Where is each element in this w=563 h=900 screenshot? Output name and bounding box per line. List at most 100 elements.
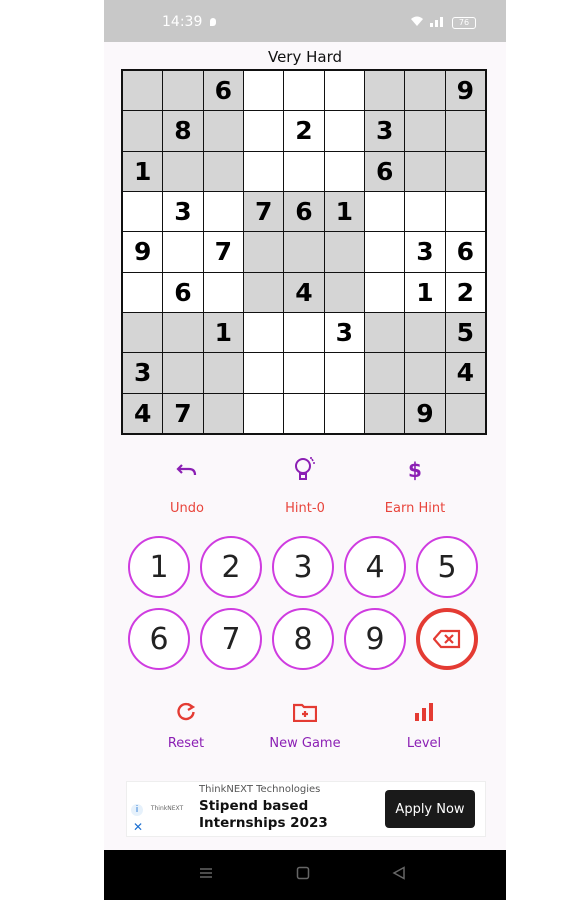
board-cell[interactable] — [243, 272, 284, 312]
board-cell[interactable] — [243, 393, 284, 433]
board-cell[interactable] — [445, 151, 485, 191]
board-cell[interactable]: 3 — [405, 232, 445, 272]
board-cell[interactable] — [364, 232, 405, 272]
board-cell[interactable]: 4 — [123, 393, 163, 433]
board-cell[interactable]: 6 — [163, 272, 203, 312]
board-cell[interactable]: 8 — [163, 111, 203, 151]
board-cell[interactable]: 1 — [203, 312, 243, 353]
board-cell[interactable] — [123, 272, 163, 312]
board-cell[interactable] — [405, 111, 445, 151]
number-key-9[interactable]: 9 — [344, 608, 406, 670]
board-cell[interactable]: 7 — [243, 191, 284, 232]
board-cell[interactable] — [284, 71, 324, 111]
board-cell[interactable] — [163, 312, 203, 353]
board-cell[interactable] — [123, 111, 163, 151]
board-cell[interactable]: 7 — [163, 393, 203, 433]
board-cell[interactable]: 3 — [364, 111, 405, 151]
board-cell[interactable] — [405, 312, 445, 353]
board-cell[interactable] — [284, 312, 324, 353]
board-cell[interactable]: 7 — [203, 232, 243, 272]
board-cell[interactable] — [284, 393, 324, 433]
board-cell[interactable] — [324, 393, 364, 433]
board-cell[interactable] — [364, 71, 405, 111]
board-cell[interactable]: 9 — [445, 71, 485, 111]
board-cell[interactable] — [243, 111, 284, 151]
board-cell[interactable] — [203, 191, 243, 232]
number-key-4[interactable]: 4 — [344, 536, 406, 598]
board-cell[interactable]: 5 — [445, 312, 485, 353]
menu-icon[interactable] — [199, 866, 213, 884]
board-cell[interactable] — [163, 151, 203, 191]
board-cell[interactable]: 6 — [284, 191, 324, 232]
board-cell[interactable] — [203, 151, 243, 191]
number-key-1[interactable]: 1 — [128, 536, 190, 598]
board-cell[interactable] — [324, 111, 364, 151]
number-key-6[interactable]: 6 — [128, 608, 190, 670]
board-cell[interactable] — [324, 272, 364, 312]
board-cell[interactable] — [445, 393, 485, 433]
ad-close-icon[interactable]: ✕ — [133, 820, 143, 834]
home-icon[interactable] — [296, 866, 310, 884]
board-cell[interactable] — [123, 71, 163, 111]
board-cell[interactable] — [284, 151, 324, 191]
board-cell[interactable]: 1 — [405, 272, 445, 312]
board-cell[interactable] — [203, 111, 243, 151]
board-cell[interactable]: 2 — [445, 272, 485, 312]
board-cell[interactable] — [324, 353, 364, 393]
board-cell[interactable] — [405, 71, 445, 111]
board-cell[interactable] — [243, 232, 284, 272]
undo-button[interactable]: Undo — [132, 455, 242, 516]
board-cell[interactable] — [284, 353, 324, 393]
ad-banner[interactable]: i ✕ ThinkNEXT ThinkNEXT Technologies Sti… — [126, 781, 486, 837]
board-cell[interactable] — [324, 71, 364, 111]
board-cell[interactable] — [405, 151, 445, 191]
number-key-2[interactable]: 2 — [200, 536, 262, 598]
board-cell[interactable] — [405, 353, 445, 393]
board-cell[interactable] — [163, 353, 203, 393]
board-cell[interactable] — [163, 71, 203, 111]
board-cell[interactable]: 4 — [284, 272, 324, 312]
board-cell[interactable]: 6 — [364, 151, 405, 191]
back-icon[interactable] — [392, 866, 406, 884]
board-cell[interactable] — [324, 232, 364, 272]
board-cell[interactable]: 6 — [203, 71, 243, 111]
board-cell[interactable]: 3 — [324, 312, 364, 353]
board-cell[interactable]: 4 — [445, 353, 485, 393]
level-button[interactable]: Level — [364, 698, 484, 751]
new-game-button[interactable]: New Game — [245, 698, 365, 751]
board-cell[interactable] — [445, 111, 485, 151]
board-cell[interactable] — [284, 232, 324, 272]
board-cell[interactable] — [445, 191, 485, 232]
board-cell[interactable]: 3 — [163, 191, 203, 232]
board-cell[interactable] — [243, 312, 284, 353]
board-cell[interactable] — [364, 353, 405, 393]
number-key-3[interactable]: 3 — [272, 536, 334, 598]
board-cell[interactable] — [123, 312, 163, 353]
sudoku-board[interactable]: 698231637619736641213534479 — [121, 69, 487, 435]
ad-apply-button[interactable]: Apply Now — [385, 790, 475, 828]
board-cell[interactable] — [243, 71, 284, 111]
board-cell[interactable] — [203, 353, 243, 393]
board-cell[interactable] — [364, 272, 405, 312]
delete-button[interactable] — [416, 608, 478, 670]
board-cell[interactable]: 1 — [123, 151, 163, 191]
number-key-5[interactable]: 5 — [416, 536, 478, 598]
board-cell[interactable]: 6 — [445, 232, 485, 272]
earn-hint-button[interactable]: $ Earn Hint — [360, 455, 470, 516]
board-cell[interactable] — [243, 151, 284, 191]
board-cell[interactable] — [203, 272, 243, 312]
board-cell[interactable]: 2 — [284, 111, 324, 151]
board-cell[interactable]: 1 — [324, 191, 364, 232]
board-cell[interactable] — [123, 191, 163, 232]
board-cell[interactable] — [364, 312, 405, 353]
board-cell[interactable] — [163, 232, 203, 272]
board-cell[interactable]: 9 — [405, 393, 445, 433]
hint-button[interactable]: Hint-0 — [250, 455, 360, 516]
board-cell[interactable] — [364, 393, 405, 433]
board-cell[interactable] — [364, 191, 405, 232]
reset-button[interactable]: Reset — [126, 698, 246, 751]
board-cell[interactable] — [324, 151, 364, 191]
board-cell[interactable] — [405, 191, 445, 232]
number-key-8[interactable]: 8 — [272, 608, 334, 670]
number-key-7[interactable]: 7 — [200, 608, 262, 670]
